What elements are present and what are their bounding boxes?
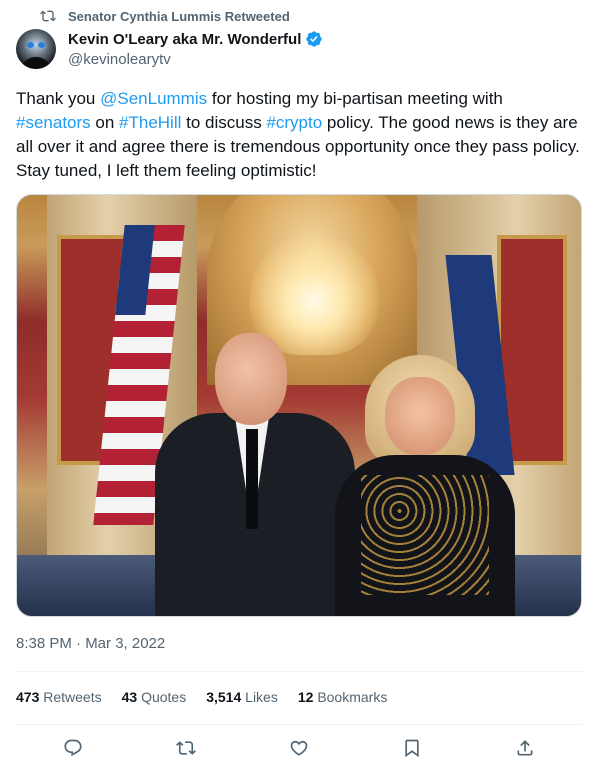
stat-count: 473 — [16, 689, 40, 705]
share-icon[interactable] — [513, 736, 537, 760]
stat-retweets[interactable]: 473 Retweets — [16, 689, 102, 705]
divider — [16, 724, 582, 725]
stat-count: 12 — [297, 689, 314, 705]
stat-count: 3,514 — [206, 689, 242, 705]
tweet-text-segment: to discuss — [181, 113, 267, 132]
author-name[interactable]: Kevin O'Leary aka Mr. Wonderful — [68, 31, 301, 48]
tweet-text: Thank you @SenLummis for hosting my bi-p… — [16, 87, 582, 183]
tweet-stats: 473 Retweets 43 Quotes 3,514 Likes 12 Bookm… — [16, 689, 387, 705]
hashtag-link[interactable]: #TheHill — [119, 113, 181, 132]
tweet-timestamp[interactable]: 8:38 PM · Mar 3, 2022 — [16, 635, 165, 652]
stat-likes[interactable]: 3,514 Likes — [206, 689, 278, 705]
retweet-header[interactable]: Senator Cynthia Lummis Retweeted — [40, 7, 290, 25]
stat-quotes[interactable]: 43 Quotes — [122, 689, 187, 705]
mention-link[interactable]: @SenLummis — [100, 89, 207, 108]
stat-bookmarks[interactable]: 12 Bookmarks — [298, 689, 388, 705]
tweet-text-segment: Thank you — [16, 89, 101, 108]
stat-label: Likes — [245, 689, 278, 705]
stat-label: Quotes — [141, 689, 187, 705]
stat-label: Bookmarks — [317, 689, 388, 705]
action-bar — [0, 736, 598, 760]
hashtag-link[interactable]: #crypto — [266, 113, 322, 132]
retweet-icon[interactable] — [174, 736, 198, 760]
tweet-text-segment: for hosting my bi-partisan meeting with — [207, 89, 503, 108]
bookmark-icon[interactable] — [400, 736, 424, 760]
like-icon[interactable] — [287, 736, 311, 760]
reply-icon[interactable] — [61, 736, 85, 760]
person-man — [155, 333, 355, 616]
avatar[interactable] — [16, 29, 56, 69]
stat-count: 43 — [121, 689, 138, 705]
hashtag-link[interactable]: #senators — [16, 113, 91, 132]
author-block: Kevin O'Leary aka Mr. Wonderful @kevinol… — [68, 29, 323, 68]
tweet-text-segment: on — [90, 113, 120, 132]
verified-badge-icon[interactable] — [305, 30, 323, 48]
stat-label: Retweets — [43, 689, 102, 705]
retweet-header-text[interactable]: Senator Cynthia Lummis Retweeted — [68, 9, 290, 24]
tweet-photo[interactable] — [16, 194, 582, 617]
person-woman — [335, 355, 515, 616]
author-handle[interactable]: @kevinolearytv — [68, 51, 323, 68]
retweet-icon — [40, 8, 56, 24]
divider — [16, 671, 582, 672]
